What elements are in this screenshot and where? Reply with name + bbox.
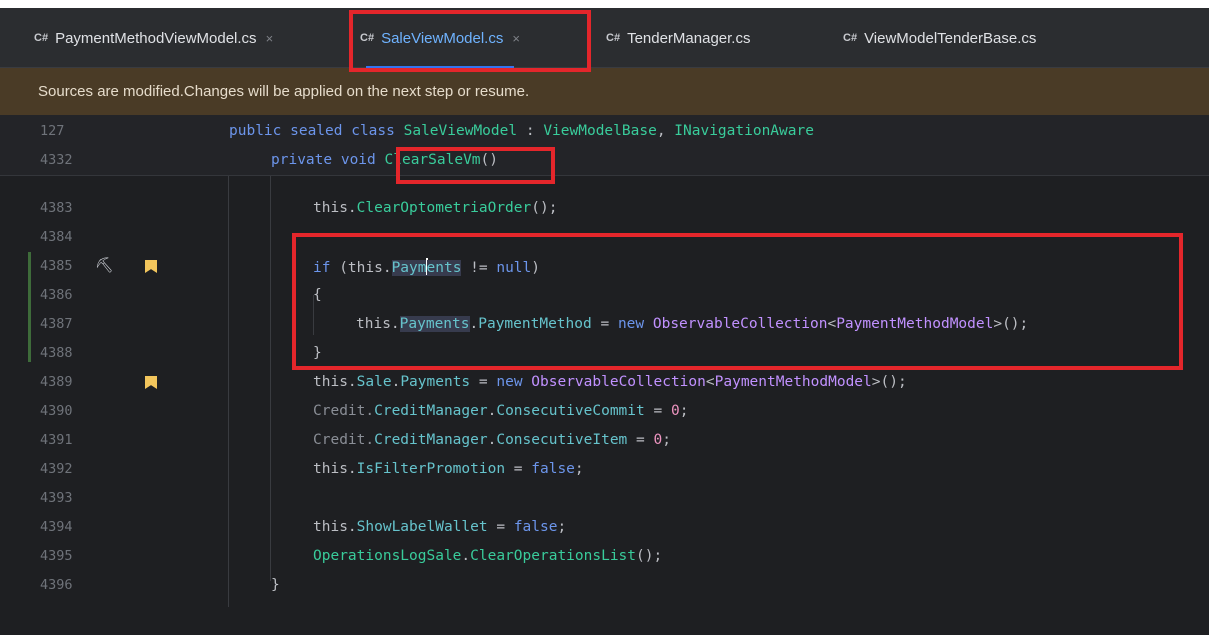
- line-number: 4387: [40, 316, 73, 332]
- code-line-4383[interactable]: 4383 this.ClearOptometriaOrder();: [0, 194, 1209, 223]
- code-text: this.Sale.Payments = new ObservableColle…: [313, 374, 907, 390]
- code-line-4395[interactable]: 4395 OperationsLogSale.ClearOperationsLi…: [0, 542, 1209, 571]
- line-number: 4388: [40, 345, 73, 361]
- csharp-file-icon: C#: [606, 32, 621, 44]
- banner-text: Sources are modified.Changes will be app…: [38, 83, 530, 100]
- code-line-4396[interactable]: 4396 }: [0, 571, 1209, 600]
- line-number: 127: [40, 123, 65, 139]
- code-text: this.IsFilterPromotion = false;: [313, 461, 584, 477]
- tab-label: ViewModelTenderBase.cs: [864, 29, 1037, 47]
- code-text: this.ShowLabelWallet = false;: [313, 519, 567, 535]
- csharp-file-icon: C#: [34, 32, 49, 44]
- editor-tab-bar: C# PaymentMethodViewModel.cs × C# SaleVi…: [0, 8, 1209, 68]
- code-text: Credit.CreditManager.ConsecutiveItem = 0…: [313, 432, 671, 448]
- line-number: 4390: [40, 403, 73, 419]
- sticky-line-class[interactable]: 127 public sealed class SaleViewModel : …: [0, 117, 1209, 146]
- bookmark-icon[interactable]: [145, 260, 157, 273]
- line-number: 4383: [40, 200, 73, 216]
- sticky-line-method[interactable]: 4332 private void ClearSaleVm(): [0, 146, 1209, 175]
- code-line-4394[interactable]: 4394 this.ShowLabelWallet = false;: [0, 513, 1209, 542]
- code-text: public sealed class SaleViewModel : View…: [229, 123, 814, 139]
- tab-paymentmethodviewmodel[interactable]: C# PaymentMethodViewModel.cs ×: [34, 8, 273, 68]
- hammer-icon[interactable]: ⛏: [95, 256, 114, 274]
- code-text: }: [271, 577, 280, 593]
- line-number: 4332: [40, 152, 73, 168]
- tab-label: TenderManager.cs: [627, 29, 751, 47]
- line-number: 4392: [40, 461, 73, 477]
- code-line-4390[interactable]: 4390 Credit.CreditManager.ConsecutiveCom…: [0, 397, 1209, 426]
- close-icon[interactable]: ×: [266, 31, 274, 46]
- line-number: 4393: [40, 490, 73, 506]
- sources-modified-banner: Sources are modified.Changes will be app…: [0, 68, 1209, 115]
- csharp-file-icon: C#: [843, 32, 858, 44]
- code-line-4389[interactable]: 4389 this.Sale.Payments = new Observable…: [0, 368, 1209, 397]
- tab-label: PaymentMethodViewModel.cs: [55, 29, 257, 47]
- code-text: OperationsLogSale.ClearOperationsList();: [313, 548, 663, 564]
- tab-tendermanager[interactable]: C# TenderManager.cs: [606, 8, 750, 68]
- line-number: 4395: [40, 548, 73, 564]
- bookmark-icon[interactable]: [145, 376, 157, 389]
- line-number: 4391: [40, 432, 73, 448]
- code-text: Credit.CreditManager.ConsecutiveCommit =…: [313, 403, 689, 419]
- line-number: 4386: [40, 287, 73, 303]
- line-number: 4394: [40, 519, 73, 535]
- code-text: this.ClearOptometriaOrder();: [313, 200, 558, 216]
- tab-viewmodeltenderbase[interactable]: C# ViewModelTenderBase.cs: [843, 8, 1036, 68]
- line-number: 4389: [40, 374, 73, 390]
- sticky-scroll-header[interactable]: 127 public sealed class SaleViewModel : …: [0, 115, 1209, 176]
- highlight-box-active-tab: [349, 10, 591, 72]
- line-number: 4384: [40, 229, 73, 245]
- code-line-4392[interactable]: 4392 this.IsFilterPromotion = false;: [0, 455, 1209, 484]
- code-line-4391[interactable]: 4391 Credit.CreditManager.ConsecutiveIte…: [0, 426, 1209, 455]
- line-number: 4396: [40, 577, 73, 593]
- code-line-4393[interactable]: 4393: [0, 484, 1209, 513]
- window-top-strip: [0, 0, 1209, 8]
- highlight-box-method-name: [396, 147, 555, 184]
- highlight-box-if-block: [292, 233, 1183, 370]
- code-editor[interactable]: 127 public sealed class SaleViewModel : …: [0, 115, 1209, 607]
- line-number: 4385: [40, 258, 73, 274]
